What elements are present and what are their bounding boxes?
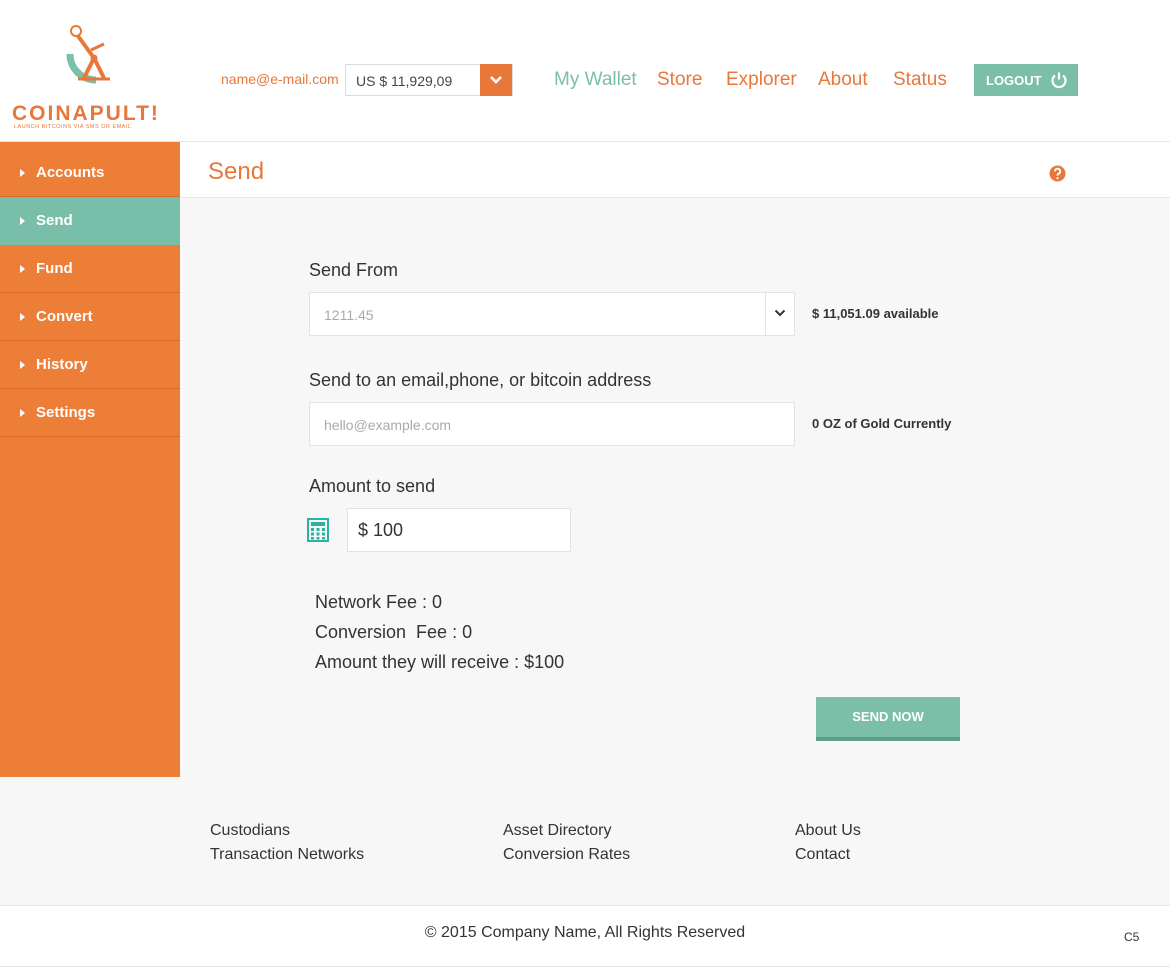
caret-right-icon <box>20 312 25 321</box>
send-to-label: Send to an email,phone, or bitcoin addre… <box>309 370 652 390</box>
gold-balance-note: 0 OZ of Gold Currently <box>812 416 952 431</box>
network-fee: Network Fee : 0 <box>315 592 443 612</box>
send-to-input[interactable]: hello@example.com <box>309 402 795 446</box>
sidebar-item-label: Fund <box>36 260 73 277</box>
caret-right-icon <box>20 168 25 177</box>
sidebar-item-label: Convert <box>36 308 93 325</box>
amount-input[interactable]: $ 100 <box>347 508 571 552</box>
chevron-down-icon <box>774 309 786 317</box>
amount-label: Amount to send <box>309 476 436 496</box>
power-icon <box>1051 72 1067 89</box>
brand-name: COINAPULT! <box>12 102 160 125</box>
sidebar-item-label: Settings <box>36 404 96 421</box>
footer-badge: C5 <box>1124 930 1140 944</box>
footer-link-asset-directory[interactable]: Asset Directory <box>503 822 611 840</box>
nav-explorer[interactable]: Explorer <box>726 69 797 91</box>
chevron-down-icon[interactable] <box>480 64 512 96</box>
help-icon[interactable] <box>1049 165 1066 182</box>
sidebar-item-label: Accounts <box>36 164 105 181</box>
sidebar-item-send[interactable]: Send <box>0 197 180 245</box>
send-now-button[interactable]: SEND NOW <box>816 697 960 741</box>
brand-tagline: LAUNCH BITCOINS VIA SMS OR EMAIL <box>14 124 132 130</box>
caret-right-icon <box>20 216 25 225</box>
caret-right-icon <box>20 264 25 273</box>
nav-about[interactable]: About <box>818 69 868 91</box>
caret-right-icon <box>20 408 25 417</box>
sidebar-item-fund[interactable]: Fund <box>0 245 180 293</box>
caret-right-icon <box>20 360 25 369</box>
sidebar-item-convert[interactable]: Convert <box>0 293 180 341</box>
logout-button[interactable]: LOGOUT <box>974 64 1078 96</box>
available-balance: $ 11,051.09 available <box>812 306 939 321</box>
page-title: Send <box>208 158 265 185</box>
send-from-select[interactable]: 1211.45 <box>309 292 795 336</box>
main-content: Send Send From 1211.45 $ 11,051.09 avail… <box>180 142 1170 777</box>
send-from-label: Send From <box>309 260 399 280</box>
footer-link-transaction-networks[interactable]: Transaction Networks <box>210 846 364 864</box>
send-from-value: 1211.45 <box>324 307 374 323</box>
app-header: COINAPULT! LAUNCH BITCOINS VIA SMS OR EM… <box>0 0 1170 142</box>
sidebar-item-history[interactable]: History <box>0 341 180 389</box>
balance-value: US $ 11,929,09 <box>356 73 453 89</box>
nav-store[interactable]: Store <box>657 69 702 91</box>
sidebar-item-label: Send <box>36 212 73 229</box>
sidebar: Accounts Send Fund Convert History Setti… <box>0 142 180 777</box>
brand-logo[interactable]: COINAPULT! LAUNCH BITCOINS VIA SMS OR EM… <box>12 22 160 132</box>
footer-link-about-us[interactable]: About Us <box>795 822 861 840</box>
amount-received: Amount they will receive : $100 <box>315 652 565 672</box>
send-to-placeholder: hello@example.com <box>324 417 452 433</box>
footer-links: Custodians Transaction Networks Asset Di… <box>0 777 1170 905</box>
catapult-logo-icon <box>66 25 110 84</box>
logout-label: LOGOUT <box>986 72 1042 88</box>
footer-link-conversion-rates[interactable]: Conversion Rates <box>503 846 630 864</box>
user-email[interactable]: name@e-mail.com <box>221 71 339 87</box>
sidebar-item-accounts[interactable]: Accounts <box>0 149 180 197</box>
sidebar-item-settings[interactable]: Settings <box>0 389 180 437</box>
nav-status[interactable]: Status <box>893 69 947 91</box>
copyright-text: © 2015 Company Name, All Rights Reserved <box>424 924 746 941</box>
sidebar-item-label: History <box>36 356 88 373</box>
footer-link-contact[interactable]: Contact <box>795 846 850 864</box>
copyright-bar: © 2015 Company Name, All Rights Reserved… <box>0 905 1170 967</box>
page-header: Send <box>180 142 1170 198</box>
footer-link-custodians[interactable]: Custodians <box>210 822 290 840</box>
select-divider <box>765 293 766 335</box>
balance-select[interactable]: US $ 11,929,09 <box>345 64 513 96</box>
nav-my-wallet[interactable]: My Wallet <box>554 69 637 91</box>
calculator-icon[interactable] <box>307 518 329 542</box>
conversion-fee: Conversion Fee : 0 <box>315 622 473 642</box>
